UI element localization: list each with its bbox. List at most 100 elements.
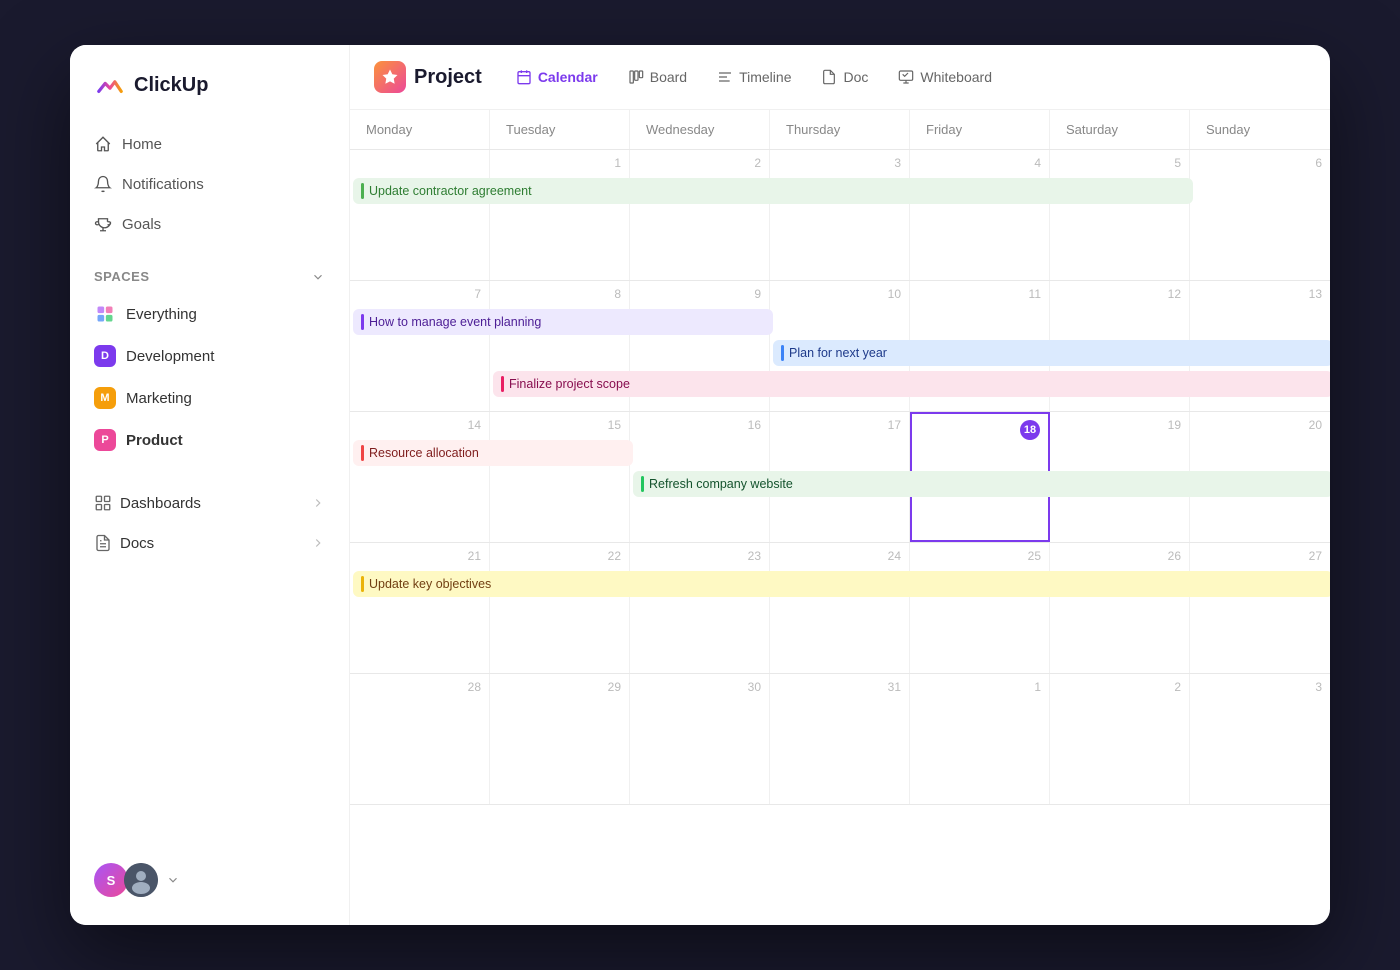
cal-cell[interactable]: 19 bbox=[1050, 412, 1190, 542]
sidebar-item-product-label: Product bbox=[126, 432, 183, 449]
cal-date: 9 bbox=[638, 287, 761, 301]
trophy-icon bbox=[94, 215, 112, 233]
space-items: Everything D Development M Marketing P P… bbox=[82, 294, 337, 460]
cal-cell[interactable]: 16 bbox=[630, 412, 770, 542]
sidebar-item-home[interactable]: Home bbox=[82, 125, 337, 163]
sidebar-item-everything[interactable]: Everything bbox=[82, 294, 337, 334]
user-area[interactable]: S bbox=[70, 851, 349, 909]
cal-date: 10 bbox=[778, 287, 901, 301]
dashboard-icon bbox=[94, 494, 112, 512]
tab-whiteboard-label: Whiteboard bbox=[920, 69, 992, 85]
cal-cell[interactable] bbox=[350, 150, 490, 280]
cal-cell[interactable]: 2 bbox=[630, 150, 770, 280]
cal-date: 31 bbox=[778, 680, 901, 694]
sidebar-item-everything-label: Everything bbox=[126, 306, 197, 323]
app-window: ClickUp Home Notifications Goals bbox=[70, 45, 1330, 925]
cal-date: 3 bbox=[778, 156, 901, 170]
main-header: Project Calendar Board bbox=[350, 45, 1330, 110]
sidebar-item-marketing[interactable]: M Marketing bbox=[82, 378, 337, 418]
cal-cell[interactable]: 21 bbox=[350, 543, 490, 673]
cal-cell[interactable]: 2 bbox=[1050, 674, 1190, 804]
cal-date: 12 bbox=[1058, 287, 1181, 301]
calendar-week-4: 282930 31 123 bbox=[350, 674, 1330, 805]
tab-board[interactable]: Board bbox=[614, 61, 701, 93]
cal-cell[interactable]: 15 bbox=[490, 412, 630, 542]
sidebar-item-product[interactable]: P Product bbox=[82, 420, 337, 460]
chevron-down-icon bbox=[311, 270, 325, 284]
cal-cell[interactable]: 22 bbox=[490, 543, 630, 673]
cal-cell[interactable]: 18 bbox=[910, 412, 1050, 542]
product-dot: P bbox=[94, 429, 116, 451]
chevron-right-icon2 bbox=[311, 536, 325, 550]
tab-whiteboard[interactable]: Whiteboard bbox=[884, 61, 1006, 93]
development-dot: D bbox=[94, 345, 116, 367]
cal-date: 2 bbox=[638, 156, 761, 170]
cal-cell[interactable]: 9 bbox=[630, 281, 770, 411]
whiteboard-icon bbox=[898, 69, 914, 85]
cal-cell[interactable]: 5 bbox=[1050, 150, 1190, 280]
day-header-thu: Thursday bbox=[770, 110, 910, 149]
cal-cell[interactable]: 14 bbox=[350, 412, 490, 542]
cal-cell[interactable]: 23 bbox=[630, 543, 770, 673]
cal-cell[interactable]: 29 bbox=[490, 674, 630, 804]
logo-area: ClickUp bbox=[70, 69, 349, 125]
cal-date: 26 bbox=[1058, 549, 1181, 563]
sidebar-item-notifications[interactable]: Notifications bbox=[82, 165, 337, 203]
cal-cell[interactable]: 13 bbox=[1190, 281, 1330, 411]
cal-cell[interactable]: 25 bbox=[910, 543, 1050, 673]
cal-date: 27 bbox=[1198, 549, 1322, 563]
tab-board-label: Board bbox=[650, 69, 687, 85]
cal-cell[interactable]: 10 bbox=[770, 281, 910, 411]
cal-cell[interactable]: 8 bbox=[490, 281, 630, 411]
day-header-wed: Wednesday bbox=[630, 110, 770, 149]
day-header-sat: Saturday bbox=[1050, 110, 1190, 149]
tab-doc[interactable]: Doc bbox=[807, 61, 882, 93]
marketing-dot: M bbox=[94, 387, 116, 409]
cal-cell[interactable]: 30 bbox=[630, 674, 770, 804]
sidebar-item-development[interactable]: D Development bbox=[82, 336, 337, 376]
spaces-label: Spaces bbox=[94, 269, 150, 284]
cal-cell[interactable]: 24 bbox=[770, 543, 910, 673]
cal-date: 4 bbox=[918, 156, 1041, 170]
calendar-icon bbox=[516, 69, 532, 85]
cal-cell[interactable]: 3 bbox=[770, 150, 910, 280]
cal-cell[interactable]: 3 bbox=[1190, 674, 1330, 804]
tab-doc-label: Doc bbox=[843, 69, 868, 85]
sidebar-item-goals[interactable]: Goals bbox=[82, 205, 337, 243]
cal-cell[interactable]: 6 bbox=[1190, 150, 1330, 280]
cal-cell[interactable]: 11 bbox=[910, 281, 1050, 411]
cal-date: 25 bbox=[918, 549, 1041, 563]
home-icon bbox=[94, 135, 112, 153]
cal-date: 19 bbox=[1058, 418, 1181, 432]
spaces-header[interactable]: Spaces bbox=[82, 263, 337, 290]
day-header-tue: Tuesday bbox=[490, 110, 630, 149]
sidebar-item-docs[interactable]: Docs bbox=[82, 524, 337, 562]
cal-cell[interactable]: 27 bbox=[1190, 543, 1330, 673]
clickup-logo-icon bbox=[94, 69, 126, 101]
cal-cell[interactable]: 1 bbox=[910, 674, 1050, 804]
day-header-mon: Monday bbox=[350, 110, 490, 149]
cal-cell[interactable]: 20 bbox=[1190, 412, 1330, 542]
view-tabs: Calendar Board Timeline bbox=[502, 61, 1006, 93]
cal-cell[interactable]: 31 bbox=[770, 674, 910, 804]
cal-date: 16 bbox=[638, 418, 761, 432]
sidebar-item-dashboards[interactable]: Dashboards bbox=[82, 484, 337, 522]
cal-cell[interactable]: 4 bbox=[910, 150, 1050, 280]
everything-icon bbox=[94, 303, 116, 325]
cal-cell[interactable]: 7 bbox=[350, 281, 490, 411]
cal-cell[interactable]: 28 bbox=[350, 674, 490, 804]
cal-date: 15 bbox=[498, 418, 621, 432]
user-photo-icon bbox=[124, 863, 158, 897]
tab-calendar[interactable]: Calendar bbox=[502, 61, 612, 93]
cal-cell[interactable]: 26 bbox=[1050, 543, 1190, 673]
cal-cell[interactable]: 12 bbox=[1050, 281, 1190, 411]
cal-date: 21 bbox=[358, 549, 481, 563]
chevron-right-icon bbox=[311, 496, 325, 510]
docs-icon bbox=[94, 534, 112, 552]
docs-label: Docs bbox=[120, 535, 154, 552]
cal-cell[interactable]: 1 bbox=[490, 150, 630, 280]
calendar-week-3: 21222324252627Update key objectives bbox=[350, 543, 1330, 674]
cal-cell[interactable]: 17 bbox=[770, 412, 910, 542]
tab-timeline[interactable]: Timeline bbox=[703, 61, 805, 93]
project-icon-wrap bbox=[374, 61, 406, 93]
